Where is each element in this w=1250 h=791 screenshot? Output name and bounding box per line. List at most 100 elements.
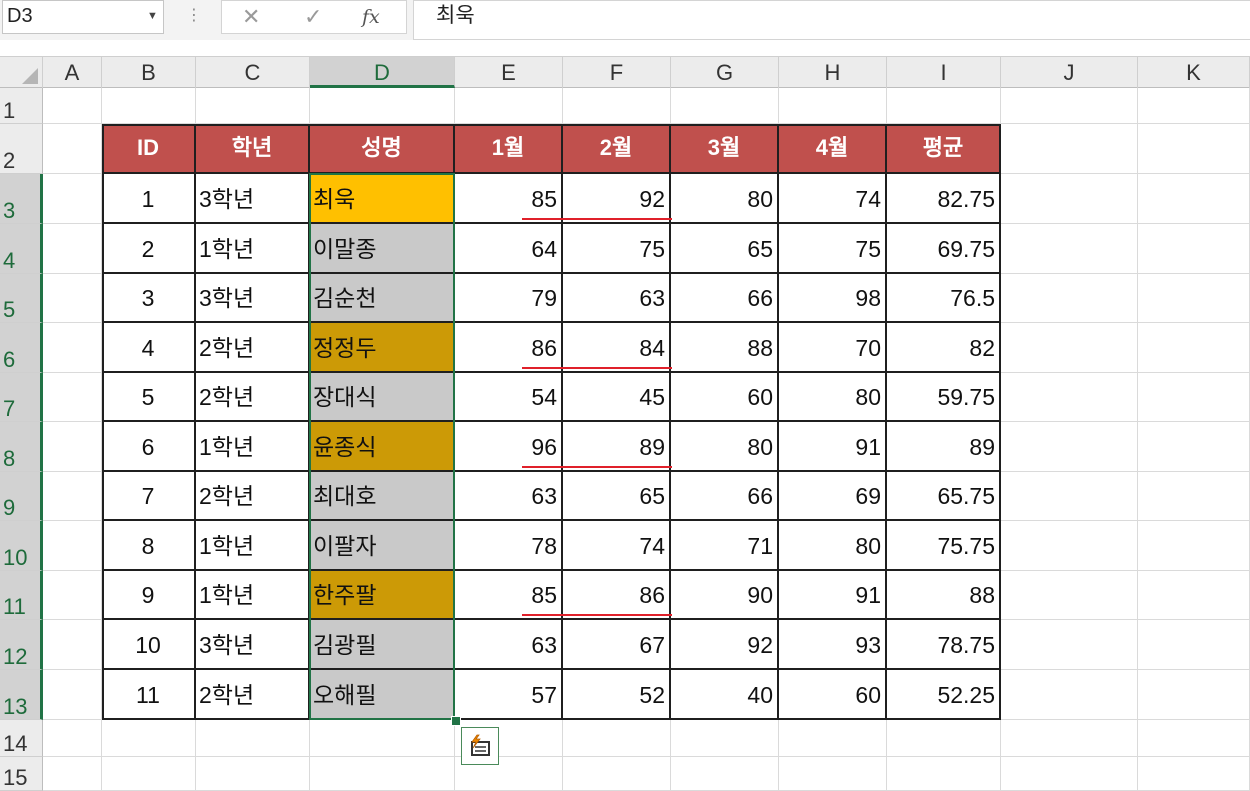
grid-cell[interactable] [1138, 521, 1250, 571]
grid-cell[interactable] [43, 620, 102, 670]
cell-grade[interactable]: 1학년 [196, 571, 310, 620]
column-header-a[interactable]: A [43, 57, 102, 88]
cell-apr[interactable]: 98 [779, 274, 887, 323]
grid-cell[interactable] [43, 720, 102, 757]
cell-name[interactable]: 장대식 [310, 373, 455, 422]
cell-feb[interactable]: 92 [563, 174, 671, 224]
grid-cell[interactable] [887, 757, 1001, 791]
header-feb[interactable]: 2월 [563, 124, 671, 174]
header-name[interactable]: 성명 [310, 124, 455, 174]
cell-mar[interactable]: 92 [671, 620, 779, 670]
grid-cell[interactable] [102, 88, 196, 124]
grid-cell[interactable] [196, 757, 310, 791]
cell-mar[interactable]: 65 [671, 224, 779, 274]
cell-avg[interactable]: 65.75 [887, 472, 1001, 521]
grid-cell[interactable] [1001, 720, 1138, 757]
cell-id[interactable]: 6 [102, 422, 196, 472]
cell-jan[interactable]: 63 [455, 472, 563, 521]
cell-avg[interactable]: 76.5 [887, 274, 1001, 323]
cell-grade[interactable]: 2학년 [196, 373, 310, 422]
select-all-button[interactable] [0, 57, 43, 88]
cell-feb[interactable]: 67 [563, 620, 671, 670]
cell-grade[interactable]: 3학년 [196, 620, 310, 670]
fill-handle[interactable] [451, 716, 461, 726]
cell-feb[interactable]: 75 [563, 224, 671, 274]
cell-feb[interactable]: 84 [563, 323, 671, 373]
grid-cell[interactable] [1138, 757, 1250, 791]
row-header-1[interactable]: 1 [0, 88, 43, 124]
cell-jan[interactable]: 79 [455, 274, 563, 323]
row-header-10[interactable]: 10 [0, 521, 43, 571]
name-box[interactable]: D3 ▼ [2, 0, 164, 34]
grid-cell[interactable] [1138, 472, 1250, 521]
grid-cell[interactable] [1001, 521, 1138, 571]
grid-cell[interactable] [102, 720, 196, 757]
grid-cell[interactable] [1138, 124, 1250, 174]
grid-cell[interactable] [43, 521, 102, 571]
grid-cell[interactable] [310, 757, 455, 791]
cell-apr[interactable]: 74 [779, 174, 887, 224]
grid-cell[interactable] [671, 757, 779, 791]
cell-mar[interactable]: 90 [671, 571, 779, 620]
cell-apr[interactable]: 91 [779, 571, 887, 620]
row-header-4[interactable]: 4 [0, 224, 43, 274]
cell-avg[interactable]: 89 [887, 422, 1001, 472]
row-header-6[interactable]: 6 [0, 323, 43, 373]
column-header-e[interactable]: E [455, 57, 563, 88]
cell-mar[interactable]: 80 [671, 422, 779, 472]
grid-cell[interactable] [1138, 422, 1250, 472]
grid-cell[interactable] [779, 88, 887, 124]
grid-cell[interactable] [1138, 620, 1250, 670]
row-header-15[interactable]: 15 [0, 757, 43, 791]
column-header-j[interactable]: J [1001, 57, 1138, 88]
grid-cell[interactable] [43, 472, 102, 521]
cell-name[interactable]: 최욱 [310, 174, 455, 224]
formula-bar-grip-icon[interactable]: ⋮ [186, 4, 202, 28]
column-header-d[interactable]: D [310, 57, 455, 88]
cell-mar[interactable]: 71 [671, 521, 779, 571]
header-avg[interactable]: 평균 [887, 124, 1001, 174]
cell-avg[interactable]: 82 [887, 323, 1001, 373]
grid-cell[interactable] [1001, 670, 1138, 720]
cell-mar[interactable]: 66 [671, 274, 779, 323]
cell-grade[interactable]: 2학년 [196, 472, 310, 521]
cell-id[interactable]: 3 [102, 274, 196, 323]
formula-input[interactable]: 최욱 [413, 0, 1250, 40]
cell-name[interactable]: 윤종식 [310, 422, 455, 472]
grid-cell[interactable] [1001, 571, 1138, 620]
grid-cell[interactable] [43, 224, 102, 274]
cell-grade[interactable]: 1학년 [196, 224, 310, 274]
row-header-5[interactable]: 5 [0, 274, 43, 323]
cell-feb[interactable]: 86 [563, 571, 671, 620]
cell-jan[interactable]: 78 [455, 521, 563, 571]
cell-mar[interactable]: 80 [671, 174, 779, 224]
row-header-13[interactable]: 13 [0, 670, 43, 720]
grid-cell[interactable] [1001, 373, 1138, 422]
insert-function-icon[interactable]: fx [362, 4, 380, 30]
row-header-12[interactable]: 12 [0, 620, 43, 670]
grid-cell[interactable] [1138, 571, 1250, 620]
grid-cell[interactable] [1138, 720, 1250, 757]
grid-cell[interactable] [671, 88, 779, 124]
cell-id[interactable]: 2 [102, 224, 196, 274]
cell-feb[interactable]: 52 [563, 670, 671, 720]
row-header-14[interactable]: 14 [0, 720, 43, 757]
grid-cell[interactable] [671, 720, 779, 757]
grid-cell[interactable] [196, 720, 310, 757]
cell-avg[interactable]: 52.25 [887, 670, 1001, 720]
column-header-f[interactable]: F [563, 57, 671, 88]
cell-name[interactable]: 정정두 [310, 323, 455, 373]
cell-jan[interactable]: 86 [455, 323, 563, 373]
grid-cell[interactable] [1001, 174, 1138, 224]
cell-apr[interactable]: 75 [779, 224, 887, 274]
cell-feb[interactable]: 45 [563, 373, 671, 422]
grid-cell[interactable] [43, 422, 102, 472]
cell-name[interactable]: 김광필 [310, 620, 455, 670]
grid-cell[interactable] [102, 757, 196, 791]
cell-name[interactable]: 오해필 [310, 670, 455, 720]
row-header-2[interactable]: 2 [0, 124, 43, 174]
grid-cell[interactable] [43, 670, 102, 720]
column-header-g[interactable]: G [671, 57, 779, 88]
grid-cell[interactable] [779, 720, 887, 757]
cell-id[interactable]: 11 [102, 670, 196, 720]
